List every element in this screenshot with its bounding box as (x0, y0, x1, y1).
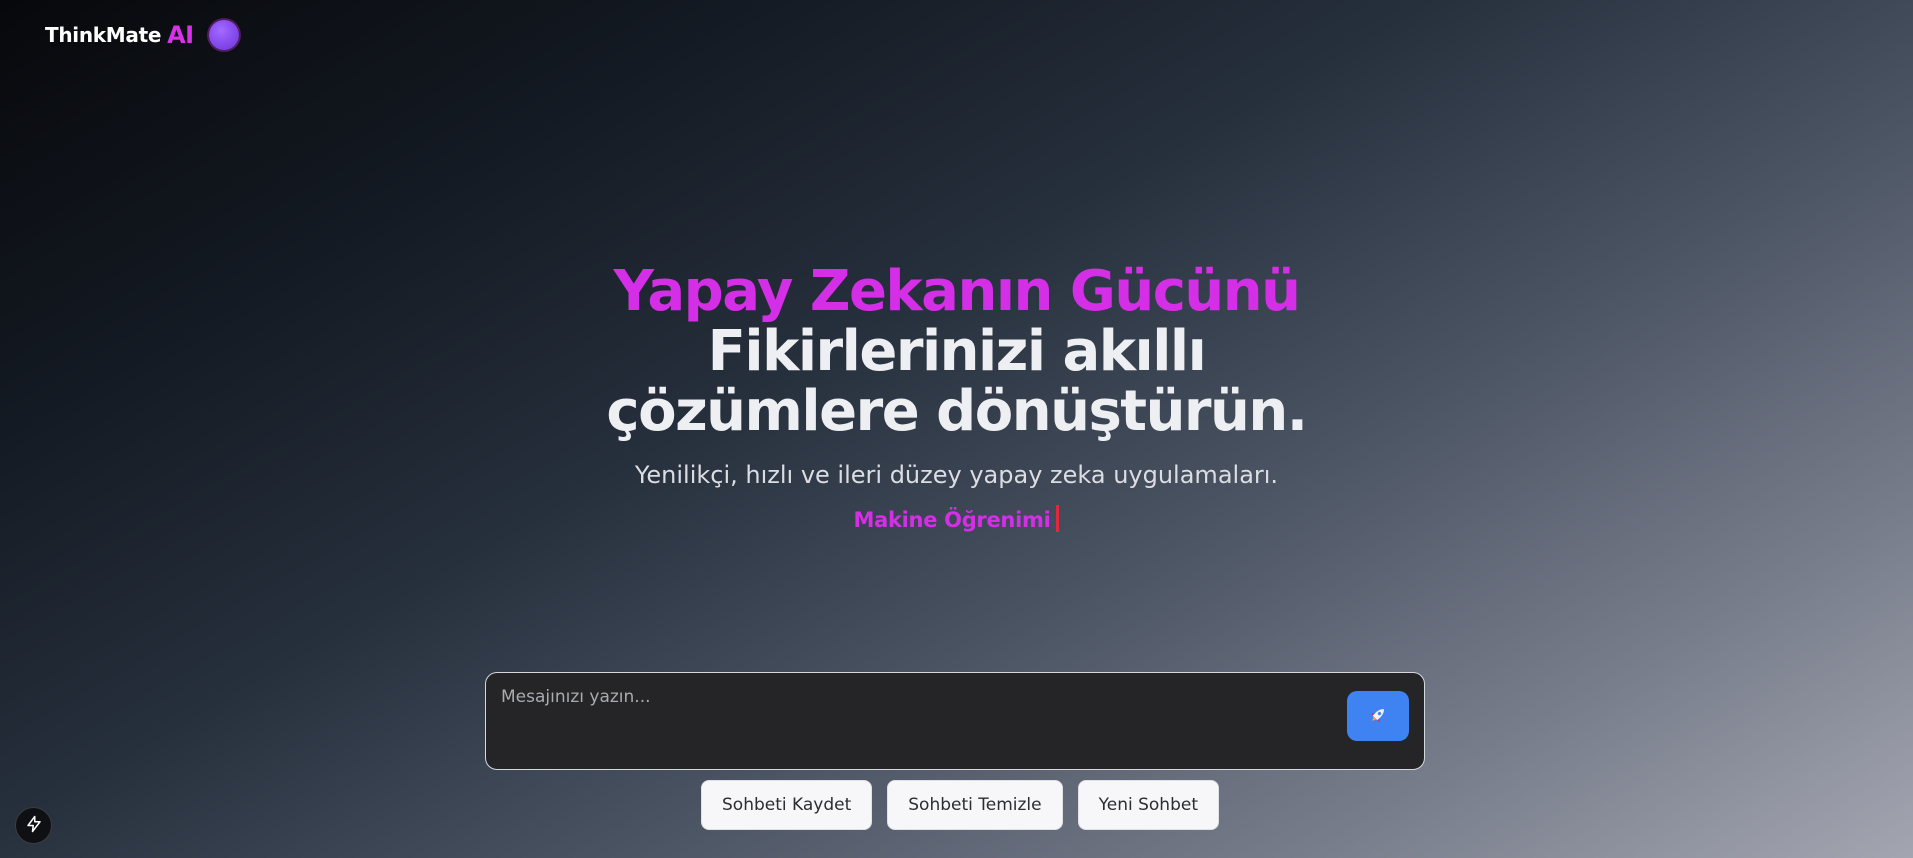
send-button[interactable] (1347, 691, 1409, 741)
brand-suffix: AI (167, 21, 194, 49)
hero-title-line2: Fikirlerinizi akıllı (707, 319, 1207, 384)
gradient-orb-icon (208, 20, 239, 50)
message-input[interactable] (486, 673, 1336, 769)
brand-logo[interactable]: ThinkMate AI (45, 20, 239, 50)
typing-animation: Makine Öğrenimi (0, 505, 1913, 534)
chat-actions: Sohbeti Kaydet Sohbeti Temizle Yeni Sohb… (0, 780, 1913, 830)
clear-chat-button[interactable]: Sohbeti Temizle (887, 780, 1063, 830)
hero-title-line3: çözümlere dönüştürün. (606, 379, 1308, 444)
save-chat-button[interactable]: Sohbeti Kaydet (701, 780, 873, 830)
new-chat-button[interactable]: Yeni Sohbet (1077, 780, 1219, 830)
hero-subtitle: Yenilikçi, hızlı ve ileri düzey yapay ze… (634, 461, 1279, 489)
hero-section: Yapay Zekanın Gücünü Fikirlerinizi akıll… (0, 262, 1913, 534)
typing-text: Makine Öğrenimi (853, 508, 1051, 532)
message-composer (485, 672, 1425, 770)
brand-name: ThinkMate (45, 23, 162, 47)
quick-action-button[interactable] (15, 807, 52, 844)
rocket-icon (1368, 705, 1388, 728)
typing-cursor (1056, 505, 1060, 532)
hero-title-highlight: Yapay Zekanın Gücünü (613, 259, 1301, 324)
bolt-icon (25, 815, 43, 837)
